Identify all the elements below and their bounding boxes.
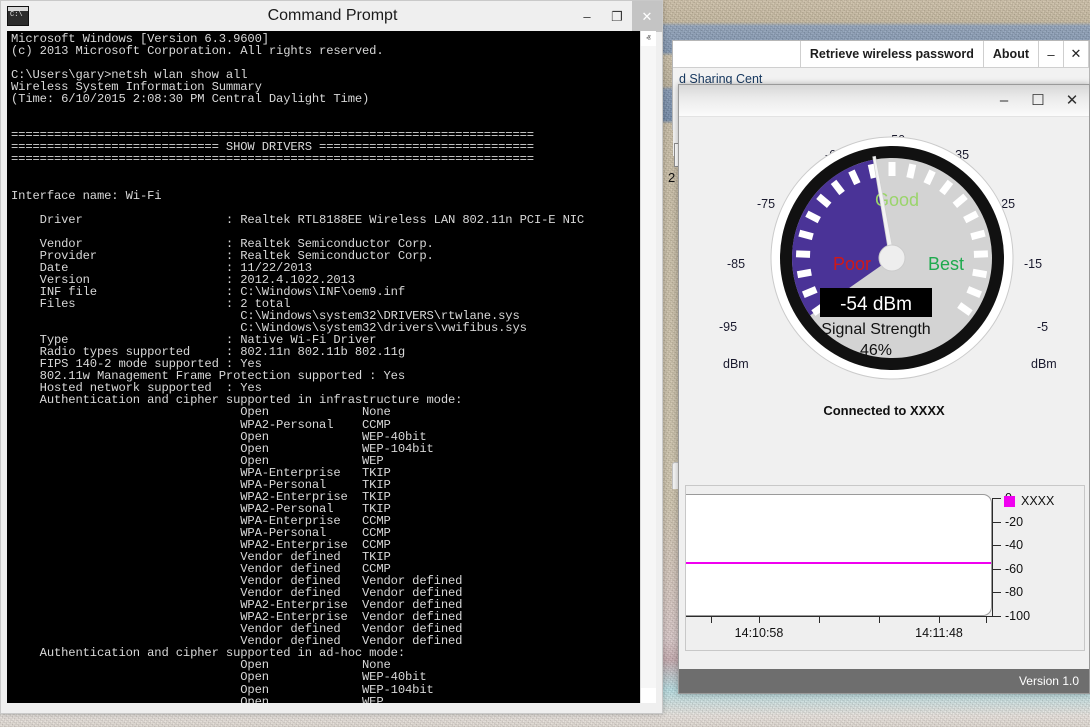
status-bar: Version 1.0 — [679, 669, 1089, 693]
gauge-unit-left: dBm — [723, 357, 749, 371]
signal-meter-titlebar[interactable]: – ☐ ✕ — [679, 85, 1089, 117]
chart-plot-area — [686, 494, 992, 616]
y-axis-tick — [992, 498, 1001, 499]
scroll-down-icon[interactable]: ⱟ — [641, 688, 656, 703]
console-scrollbar[interactable]: ⱏ ⱟ — [640, 31, 656, 703]
console-icon — [7, 6, 29, 26]
toolbar-empty-area — [673, 41, 801, 67]
gauge-tick-mark — [803, 289, 816, 294]
minimize-icon[interactable]: – — [572, 1, 602, 32]
series-line-xxxx — [686, 562, 991, 564]
gauge-tick-mark — [797, 272, 811, 274]
gauge-tick-label: -15 — [1024, 257, 1042, 271]
maximize-icon[interactable]: ☐ — [1021, 85, 1055, 116]
gauge-caption: Signal Strength — [821, 321, 930, 338]
y-axis-tick — [992, 522, 1001, 523]
close-icon[interactable]: ✕ — [1055, 85, 1089, 116]
y-axis-tick — [992, 616, 1001, 617]
gauge-area: -75 -65 -50 -35 -25 -85 -15 -95 -5 dBm d… — [679, 117, 1089, 427]
y-axis-tick — [992, 569, 1001, 570]
connected-network-label: Connected to XXXX — [679, 403, 1089, 418]
chart-legend: XXXX — [1004, 494, 1054, 508]
window-controls: – ☐ ✕ — [987, 85, 1089, 116]
page-title: Command Prompt — [3, 7, 662, 25]
restore-icon[interactable]: ❐ — [602, 1, 632, 32]
y-axis-tick-label: -20 — [1005, 515, 1023, 529]
console-text: Microsoft Windows [Version 6.3.9600] (c)… — [7, 31, 656, 703]
scroll-up-icon[interactable]: ⱏ — [641, 31, 656, 46]
close-icon[interactable]: ✕ — [1064, 41, 1089, 67]
y-axis-spine — [992, 498, 993, 616]
signal-meter-window[interactable]: – ☐ ✕ -75 -65 -50 -35 -25 -85 -15 -95 -5… — [678, 84, 1090, 694]
retrieve-wireless-password-button[interactable]: Retrieve wireless password — [801, 41, 984, 67]
gauge-percent: 46% — [860, 342, 892, 359]
x-axis-tick — [711, 616, 712, 623]
y-axis-tick-label: -80 — [1005, 585, 1023, 599]
version-label: Version 1.0 — [1019, 674, 1079, 688]
gauge-tick-mark — [971, 233, 985, 237]
x-axis-tick — [986, 616, 987, 623]
gauge-tick-mark — [968, 289, 981, 294]
chart-x-axis — [686, 616, 992, 617]
gauge-tick-label: -5 — [1037, 320, 1048, 334]
gauge-tick-label: -95 — [719, 320, 737, 334]
console-output-area[interactable]: Microsoft Windows [Version 6.3.9600] (c)… — [7, 31, 656, 703]
legend-swatch — [1004, 496, 1015, 507]
x-axis-tick — [819, 616, 820, 623]
close-icon[interactable]: ✕ — [632, 1, 662, 32]
window-controls: – ❐ ✕ — [572, 1, 662, 32]
background-partial-number: 2 — [668, 170, 675, 185]
x-axis-tick-label: 14:11:48 — [915, 626, 963, 640]
wireless-password-toolbar: Retrieve wireless password About – ✕ — [673, 41, 1089, 68]
y-axis-tick — [992, 592, 1001, 593]
minimize-icon[interactable]: – — [1039, 41, 1064, 67]
gauge-zone-best-label: Best — [928, 254, 964, 274]
y-axis-tick — [992, 545, 1001, 546]
signal-strength-gauge: Poor Good Best -54 dBm Signal Strength 4… — [767, 133, 1017, 383]
x-axis-tick — [759, 616, 760, 623]
legend-label: XXXX — [1021, 494, 1054, 508]
x-axis-tick — [939, 616, 940, 623]
y-axis-tick-label: -40 — [1005, 538, 1023, 552]
gauge-tick-mark — [910, 164, 913, 178]
y-axis-tick-label: -60 — [1005, 562, 1023, 576]
gauge-tick-mark — [796, 254, 810, 255]
gauge-tick-mark — [799, 233, 813, 237]
y-axis-tick-label: -100 — [1005, 609, 1030, 623]
gauge-unit-right: dBm — [1031, 357, 1057, 371]
command-prompt-window[interactable]: Command Prompt – ❐ ✕ Microsoft Windows [… — [0, 0, 663, 714]
x-axis-tick — [879, 616, 880, 623]
scrollbar-track[interactable] — [641, 46, 656, 688]
chart-y-axis: 0-20-40-60-80-100 — [992, 494, 1084, 620]
gauge-readout: -54 dBm — [840, 294, 912, 315]
x-axis-tick-label: 14:10:58 — [735, 626, 784, 640]
command-prompt-titlebar[interactable]: Command Prompt – ❐ ✕ — [1, 1, 662, 31]
gauge-tick-label: -85 — [727, 257, 745, 271]
gauge-zone-poor-label: Poor — [833, 254, 871, 274]
gauge-tick-mark — [974, 254, 988, 255]
minimize-icon[interactable]: – — [987, 85, 1021, 116]
gauge-tick-mark — [871, 164, 874, 178]
about-button[interactable]: About — [984, 41, 1039, 67]
signal-history-chart: 0-20-40-60-80-100 XXXX 14:10:5814:11:48 — [685, 485, 1085, 651]
gauge-tick-mark — [973, 272, 987, 274]
